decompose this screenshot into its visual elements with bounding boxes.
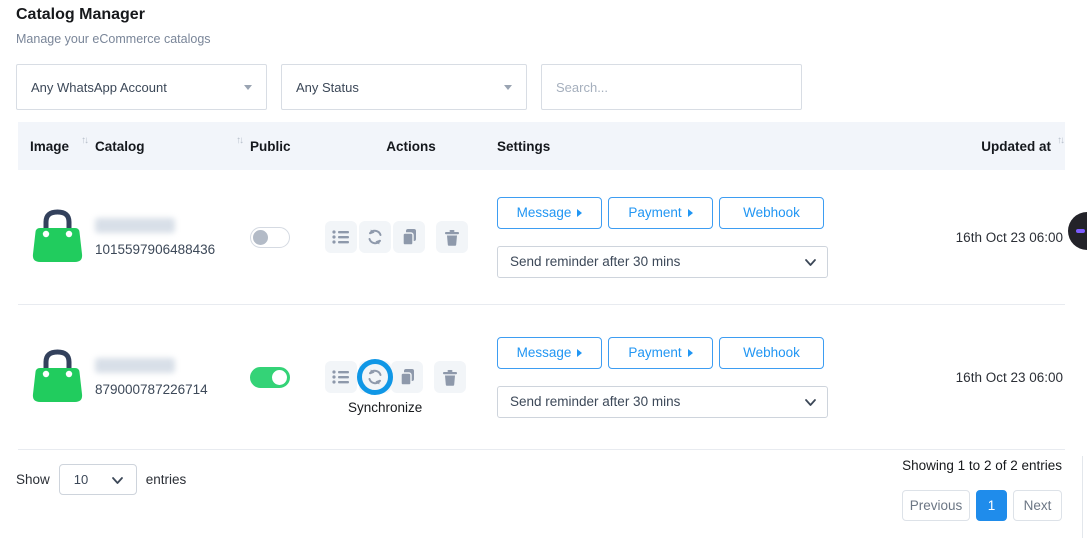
table-header-row: Image ↑↓ Catalog ↑↓ Public Actions Setti… (18, 122, 1065, 170)
caret-down-icon (244, 85, 252, 90)
synchronize-tooltip-label: Synchronize (348, 400, 422, 415)
page-1-button[interactable]: 1 (976, 490, 1007, 521)
catalog-table: Image ↑↓ Catalog ↑↓ Public Actions Setti… (18, 122, 1065, 450)
public-toggle[interactable] (250, 367, 290, 388)
right-edge-divider (1082, 456, 1083, 538)
sync-icon (366, 368, 384, 386)
caret-right-icon (577, 209, 582, 217)
table-footer: Show 10 entries Showing 1 to 2 of 2 entr… (18, 450, 1065, 538)
public-cell (250, 367, 325, 388)
duplicate-button[interactable] (393, 221, 425, 253)
copy-icon (401, 228, 418, 246)
list-icon (332, 369, 350, 385)
table-row: 1015597906488436 (18, 170, 1065, 305)
sync-icon (366, 228, 384, 246)
catalog-id: 879000787226714 (95, 382, 250, 397)
entries-label: entries (146, 472, 187, 487)
payment-settings-button[interactable]: Payment (608, 337, 713, 369)
status-select-value: Any Status (296, 80, 359, 95)
caret-down-icon (504, 85, 512, 90)
shopping-bag-icon (30, 251, 85, 268)
column-header-public: Public (250, 139, 325, 154)
public-toggle[interactable] (250, 227, 290, 248)
catalog-name-cell: 1015597906488436 (95, 218, 250, 257)
reminder-select-value: Send reminder after 30 mins (510, 394, 680, 409)
show-label: Show (16, 472, 50, 487)
copy-icon (399, 368, 416, 386)
page-size-value: 10 (74, 472, 88, 487)
updated-at: 16th Oct 23 06:00 (847, 370, 1065, 385)
duplicate-button[interactable] (391, 361, 423, 393)
floating-widget-button[interactable] (1068, 212, 1087, 250)
list-items-button[interactable] (325, 221, 357, 253)
column-header-catalog[interactable]: Catalog ↑↓ (95, 139, 250, 154)
search-input[interactable] (541, 64, 802, 110)
chevron-down-icon (804, 256, 817, 272)
chevron-down-icon (804, 396, 817, 412)
catalog-manager-page: Catalog Manager Manage your eCommerce ca… (0, 0, 1087, 538)
list-items-button[interactable] (325, 361, 357, 393)
trash-icon (442, 369, 458, 386)
caret-right-icon (688, 349, 693, 357)
public-cell (250, 227, 325, 248)
catalog-image-cell (18, 346, 95, 409)
reminder-select[interactable]: Send reminder after 30 mins (497, 386, 828, 418)
entries-summary: Showing 1 to 2 of 2 entries (902, 458, 1062, 473)
column-header-actions: Actions (325, 139, 497, 154)
payment-settings-button[interactable]: Payment (608, 197, 713, 229)
page-size-select[interactable]: 10 (59, 464, 137, 495)
next-page-button[interactable]: Next (1013, 490, 1062, 521)
column-header-updated-at[interactable]: Updated at ↑↓ (847, 139, 1065, 154)
redacted-catalog-name (95, 358, 175, 373)
whatsapp-account-select-value: Any WhatsApp Account (31, 80, 167, 95)
catalog-id: 1015597906488436 (95, 242, 250, 257)
delete-button[interactable] (436, 221, 468, 253)
synchronize-button[interactable] (359, 221, 391, 253)
message-settings-button[interactable]: Message (497, 197, 602, 229)
list-icon (332, 229, 350, 245)
settings-cell: Message Payment Webhook Send reminder af… (497, 197, 847, 278)
pagination: Previous 1 Next (902, 490, 1062, 521)
redacted-catalog-name (95, 218, 175, 233)
delete-button[interactable] (434, 361, 466, 393)
page-size-control: Show 10 entries (16, 464, 186, 495)
chevron-down-icon (111, 474, 124, 490)
webhook-settings-button[interactable]: Webhook (719, 337, 824, 369)
widget-glyph-icon (1076, 229, 1085, 233)
toggle-knob (253, 230, 268, 245)
whatsapp-account-select[interactable]: Any WhatsApp Account (16, 64, 267, 110)
status-select[interactable]: Any Status (281, 64, 527, 110)
settings-cell: Message Payment Webhook Send reminder af… (497, 337, 847, 418)
reminder-select-value: Send reminder after 30 mins (510, 254, 680, 269)
sort-icon[interactable]: ↑↓ (1057, 135, 1063, 146)
sort-icon[interactable]: ↑↓ (81, 135, 87, 146)
message-settings-button[interactable]: Message (497, 337, 602, 369)
trash-icon (444, 229, 460, 246)
catalog-name-cell: 879000787226714 (95, 358, 250, 397)
previous-page-button[interactable]: Previous (902, 490, 970, 521)
sort-icon[interactable]: ↑↓ (236, 135, 242, 146)
updated-at: 16th Oct 23 06:00 (847, 230, 1065, 245)
table-row: 879000787226714 (18, 305, 1065, 450)
actions-cell (325, 221, 497, 253)
catalog-image-cell (18, 206, 95, 269)
column-header-settings: Settings (497, 139, 847, 154)
shopping-bag-icon (30, 391, 85, 408)
filter-bar: Any WhatsApp Account Any Status (16, 64, 1071, 110)
caret-right-icon (688, 209, 693, 217)
page-subtitle: Manage your eCommerce catalogs (16, 32, 211, 46)
page-title: Catalog Manager (16, 6, 145, 24)
toggle-knob (272, 370, 287, 385)
actions-cell: Synchronize (325, 361, 497, 393)
synchronize-button[interactable] (359, 361, 391, 393)
webhook-settings-button[interactable]: Webhook (719, 197, 824, 229)
column-header-image[interactable]: Image ↑↓ (18, 139, 95, 154)
caret-right-icon (577, 349, 582, 357)
reminder-select[interactable]: Send reminder after 30 mins (497, 246, 828, 278)
